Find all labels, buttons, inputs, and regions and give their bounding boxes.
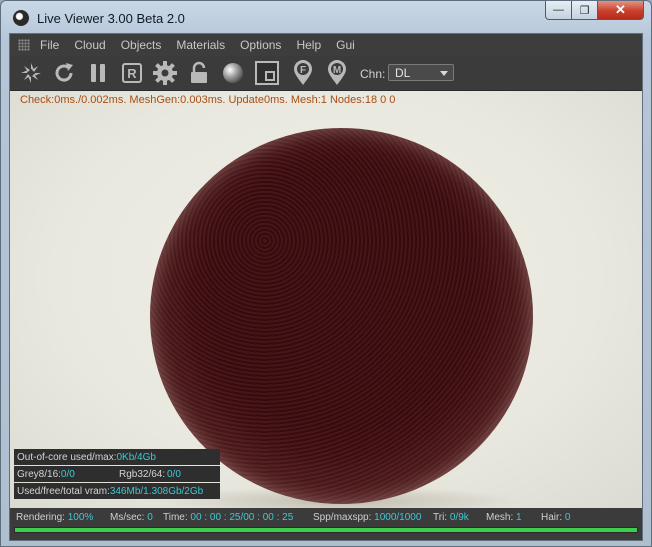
mesh-status: Mesh: 1 — [486, 512, 522, 523]
svg-text:M: M — [333, 65, 341, 76]
settings-gear-icon[interactable] — [152, 60, 178, 86]
hair-label: Hair: — [541, 512, 565, 523]
ms-value: 0 — [147, 512, 153, 523]
mesh-label: Mesh: — [486, 512, 517, 523]
mesh-value: 1 — [516, 512, 522, 523]
maximize-button[interactable]: ❐ — [572, 1, 598, 20]
rendering-label: Rendering: — [16, 512, 68, 523]
tri-value: 0/9k — [449, 512, 469, 523]
render-viewport[interactable]: Check:0ms./0.002ms. MeshGen:0.003ms. Upd… — [10, 91, 642, 508]
spp-value: 1000/1000 — [374, 512, 422, 523]
ms-label: Ms/sec: — [110, 512, 148, 523]
time-value: 00 : 00 : 25/00 : 00 : 25 — [190, 512, 294, 523]
hair-value: 0 — [564, 512, 571, 523]
time-label: Time: — [163, 512, 191, 523]
menu-grip-icon[interactable] — [18, 39, 30, 51]
tri-status: Tri: 0/9k — [433, 512, 469, 523]
app-logo-icon — [13, 10, 29, 26]
menu-objects[interactable]: Objects — [121, 38, 162, 52]
menu-options[interactable]: Options — [240, 38, 281, 52]
region-render-icon[interactable]: R — [119, 60, 145, 86]
restart-icon[interactable] — [51, 60, 77, 86]
pause-icon[interactable] — [85, 60, 111, 86]
render-stats: Check:0ms./0.002ms. MeshGen:0.003ms. Upd… — [20, 94, 396, 106]
channel-label: Chn: — [360, 67, 386, 81]
render-progress-bar — [14, 527, 638, 533]
menu-file[interactable]: File — [40, 38, 59, 52]
chevron-down-icon — [440, 71, 448, 76]
spp-label: Spp/maxspp: — [313, 512, 375, 523]
menu-help[interactable]: Help — [296, 38, 321, 52]
status-bar: Rendering: 100% Ms/sec: 0 Time: 00 : 00 … — [10, 508, 642, 528]
menu-bar: File Cloud Objects Materials Options Hel… — [10, 34, 642, 56]
focus-pin-icon[interactable]: F — [290, 60, 316, 86]
vram-label: Used/free/total vram: — [17, 485, 110, 497]
toolbar: R F M Chn: DL — [10, 56, 642, 91]
tri-label: Tri: — [433, 512, 450, 523]
spp-status: Spp/maxspp: 1000/1000 — [313, 512, 421, 523]
menu-gui[interactable]: Gui — [336, 38, 355, 52]
svg-text:F: F — [300, 65, 306, 76]
window-controls: — ❐ ✕ — [545, 1, 644, 21]
vram-value: 346Mb/1.308Gb/2Gb — [109, 485, 204, 497]
render-progress-fill — [15, 528, 637, 532]
send-scene-icon[interactable] — [18, 60, 44, 86]
title-bar[interactable]: Live Viewer 3.00 Beta 2.0 — ❐ ✕ — [1, 1, 651, 33]
rgb-label: Rgb32/64: — [119, 468, 166, 480]
texture-info: Grey8/16: 0/0 Rgb32/64: 0/0 — [14, 466, 220, 482]
material-sphere-icon[interactable] — [220, 60, 246, 86]
close-button[interactable]: ✕ — [598, 1, 644, 20]
vram-info: Used/free/total vram: 346Mb/1.308Gb/2Gb — [14, 483, 220, 499]
render-region-icon[interactable] — [254, 60, 280, 86]
rendered-sphere — [150, 128, 533, 504]
time-status: Time: 00 : 00 : 25/00 : 00 : 25 — [163, 512, 293, 523]
grey-value: 0/0 — [60, 468, 75, 480]
channel-select[interactable]: DL — [388, 64, 454, 81]
rgb-value: 0/0 — [167, 468, 181, 480]
menu-cloud[interactable]: Cloud — [74, 38, 105, 52]
minimize-button[interactable]: — — [545, 1, 572, 20]
svg-text:R: R — [127, 66, 137, 81]
lock-icon[interactable] — [186, 60, 212, 86]
material-pick-pin-icon[interactable]: M — [324, 60, 350, 86]
ms-status: Ms/sec: 0 — [110, 512, 153, 523]
app-window: Live Viewer 3.00 Beta 2.0 — ❐ ✕ File Clo… — [0, 0, 652, 547]
client-area: File Cloud Objects Materials Options Hel… — [9, 33, 643, 541]
window-title: Live Viewer 3.00 Beta 2.0 — [37, 11, 185, 26]
rendering-value: 100% — [67, 512, 94, 523]
rendering-status: Rendering: 100% — [16, 512, 93, 523]
hair-status: Hair: 0 — [541, 512, 570, 523]
out-of-core-label: Out-of-core used/max: — [17, 451, 117, 463]
channel-value: DL — [395, 66, 411, 80]
grey-label: Grey8/16: — [17, 468, 61, 480]
out-of-core-value: 0Kb/4Gb — [116, 451, 156, 463]
out-of-core-info: Out-of-core used/max: 0Kb/4Gb — [14, 449, 220, 465]
menu-materials[interactable]: Materials — [176, 38, 225, 52]
